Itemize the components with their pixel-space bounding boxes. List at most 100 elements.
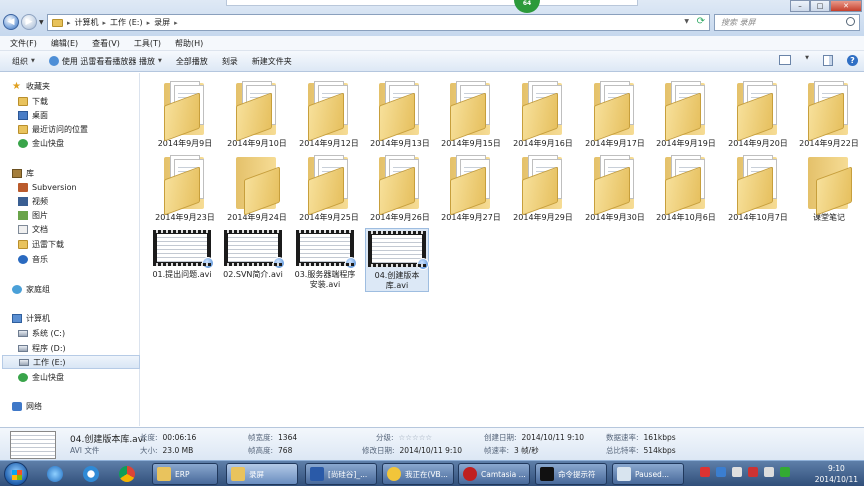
nav-homegroup[interactable]: 家庭组 — [12, 282, 150, 296]
tray-input-icon[interactable] — [716, 467, 726, 477]
minimize-button[interactable]: – — [790, 0, 810, 12]
task-cmd[interactable]: 命令提示符 — [535, 463, 607, 485]
breadcrumb-separator-icon[interactable]: ▸ — [67, 19, 71, 27]
menu-edit[interactable]: 编辑(E) — [51, 36, 78, 50]
task-im[interactable]: 我正在(VB... — [382, 463, 454, 485]
folder-item[interactable]: 2014年9月13日 — [366, 77, 434, 149]
tray-network-icon[interactable] — [780, 467, 790, 477]
video-file-item[interactable]: 02.SVN简介.avi — [221, 228, 285, 280]
folder-item[interactable]: 2014年9月10日 — [223, 77, 291, 149]
nav-item-pictures[interactable]: 图片 — [18, 208, 156, 222]
folder-item[interactable]: 2014年9月17日 — [581, 77, 649, 149]
video-file-item[interactable]: 04.创建版本库.avi — [365, 228, 429, 292]
new-folder-button[interactable]: 新建文件夹 — [252, 56, 292, 67]
folder-item[interactable]: 2014年9月29日 — [509, 151, 577, 223]
nav-item-xunlei[interactable]: 迅雷下载 — [18, 237, 156, 251]
folder-item[interactable]: 2014年9月12日 — [295, 77, 363, 149]
nav-item-documents[interactable]: 文档 — [18, 222, 156, 236]
view-dropdown-icon[interactable]: ▼ — [805, 55, 809, 66]
help-icon[interactable]: ? — [847, 55, 858, 66]
nav-libraries[interactable]: 库 — [12, 166, 150, 180]
pinned-ie[interactable] — [41, 463, 69, 485]
folder-label: 2014年9月15日 — [441, 139, 501, 148]
folder-item[interactable]: 2014年10月7日 — [724, 151, 792, 223]
menu-help[interactable]: 帮助(H) — [175, 36, 203, 50]
nav-item-kuaipan[interactable]: 金山快盘 — [18, 136, 156, 150]
folder-item[interactable]: 2014年9月9日 — [151, 77, 219, 149]
change-view-icon[interactable] — [779, 55, 792, 65]
tray-sogou-icon[interactable] — [700, 467, 710, 477]
nav-item-music[interactable]: 音乐 — [18, 252, 156, 266]
close-button[interactable]: ✕ — [830, 0, 862, 12]
task-luping[interactable]: 录屏 — [226, 463, 298, 485]
menu-file[interactable]: 文件(F) — [10, 36, 37, 50]
task-word[interactable]: [尚硅谷]_... — [305, 463, 377, 485]
rating-stars[interactable]: ☆☆☆☆☆ — [399, 433, 433, 442]
taskbar-clock[interactable]: 9:10 2014/10/11 — [815, 463, 858, 485]
timer-badge: 64 — [514, 0, 540, 13]
nav-item-recent[interactable]: 最近访问的位置 — [18, 122, 156, 136]
forward-button[interactable]: ▶ — [21, 14, 37, 30]
search-icon[interactable] — [846, 17, 855, 26]
nav-computer[interactable]: 计算机 — [12, 311, 150, 325]
play-all-button[interactable]: 全部播放 — [176, 56, 208, 67]
breadcrumb-separator-icon[interactable]: ▸ — [147, 19, 151, 27]
nav-item-kuaipan-drive[interactable]: 金山快盘 — [18, 370, 156, 384]
nav-item-desktop[interactable]: 桌面 — [18, 108, 156, 122]
breadcrumb-drive[interactable]: 工作 (E:) — [110, 17, 143, 28]
folder-item[interactable]: 课堂笔记 — [795, 151, 863, 223]
video-file-item[interactable]: 01.提出问题.avi — [150, 228, 214, 280]
pinned-chrome[interactable] — [113, 463, 141, 485]
organize-button[interactable]: 组织 ▼ — [12, 56, 35, 67]
folder-item[interactable]: 2014年9月30日 — [581, 151, 649, 223]
address-dropdown-icon[interactable]: ▼ — [684, 18, 689, 25]
sogou-icon — [83, 466, 99, 482]
folder-item[interactable]: 2014年10月6日 — [652, 151, 720, 223]
folder-icon — [516, 151, 570, 216]
breadcrumb-separator-icon[interactable]: ▸ — [103, 19, 107, 27]
breadcrumb-separator-icon[interactable]: ▸ — [174, 19, 178, 27]
folder-item[interactable]: 2014年9月25日 — [295, 151, 363, 223]
breadcrumb-computer[interactable]: 计算机 — [75, 17, 99, 28]
folder-item[interactable]: 2014年9月24日 — [223, 151, 291, 223]
folder-item[interactable]: 2014年9月20日 — [724, 77, 792, 149]
folder-label: 2014年10月6日 — [656, 213, 716, 222]
maximize-button[interactable]: □ — [810, 0, 830, 12]
breadcrumb-folder[interactable]: 录屏 — [154, 17, 170, 28]
start-button[interactable] — [4, 462, 28, 486]
folder-item[interactable]: 2014年9月15日 — [437, 77, 505, 149]
menu-view[interactable]: 查看(V) — [92, 36, 120, 50]
task-paused[interactable]: Paused... — [612, 463, 684, 485]
folder-item[interactable]: 2014年9月19日 — [652, 77, 720, 149]
nav-item-drive-d[interactable]: 程序 (D:) — [18, 341, 156, 355]
detail-key: 帧宽度: — [248, 433, 274, 442]
tray-volume-icon[interactable] — [764, 467, 774, 477]
task-camtasia[interactable]: Camtasia ... — [458, 463, 530, 485]
video-file-item[interactable]: 03.服务器端程序安装.avi — [293, 228, 357, 290]
nav-item-subversion[interactable]: Subversion — [18, 180, 156, 194]
nav-item-videos[interactable]: 视频 — [18, 194, 156, 208]
back-button[interactable]: ◀ — [3, 14, 19, 30]
refresh-icon[interactable]: ⟳ — [697, 16, 705, 27]
nav-item-drive-e[interactable]: 工作 (E:) — [2, 355, 140, 369]
folder-item[interactable]: 2014年9月26日 — [366, 151, 434, 223]
task-erp[interactable]: ERP — [152, 463, 218, 485]
nav-item-downloads[interactable]: 下载 — [18, 94, 156, 108]
address-bar[interactable]: ▸ 计算机 ▸ 工作 (E:) ▸ 录屏 ▸ ▼ ⟳ — [47, 14, 710, 31]
pinned-sogou[interactable] — [77, 463, 105, 485]
recent-pages-dropdown-icon[interactable]: ▼ — [39, 19, 44, 26]
tray-flag-icon[interactable] — [732, 467, 742, 477]
folder-item[interactable]: 2014年9月22日 — [795, 77, 863, 149]
burn-button[interactable]: 刻录 — [222, 56, 238, 67]
nav-favorites[interactable]: ★ 收藏夹 — [12, 79, 150, 93]
preview-pane-icon[interactable] — [823, 55, 833, 66]
nav-item-drive-c[interactable]: 系统 (C:) — [18, 326, 156, 340]
nav-network[interactable]: 网络 — [12, 399, 150, 413]
folder-item[interactable]: 2014年9月27日 — [437, 151, 505, 223]
search-input[interactable]: 搜索 录屏 — [714, 14, 860, 31]
folder-item[interactable]: 2014年9月23日 — [151, 151, 219, 223]
play-with-button[interactable]: 使用 迅雷看看播放器 播放 ▼ — [48, 56, 162, 67]
tray-app-icon[interactable] — [748, 467, 758, 477]
folder-item[interactable]: 2014年9月16日 — [509, 77, 577, 149]
menu-tools[interactable]: 工具(T) — [134, 36, 161, 50]
